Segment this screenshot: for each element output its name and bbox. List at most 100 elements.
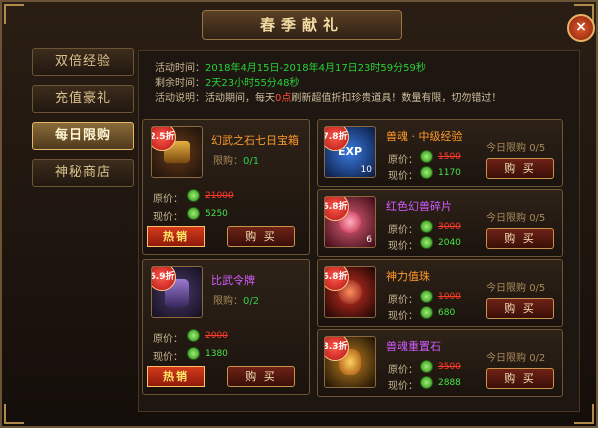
daily-limit: 今日限购 0/2 <box>486 349 545 364</box>
event-desc-highlight: 0点 <box>275 93 292 104</box>
tab-mystery-shop[interactable]: 神秘商店 <box>32 159 134 187</box>
limit-label: 限购： <box>213 296 243 307</box>
event-desc-text: 刷新超值折扣珍贵道具！数量有限，切勿错过！ <box>291 93 502 104</box>
tab-double-exp[interactable]: 双倍经验 <box>32 48 134 76</box>
cur-price: 1380 <box>205 349 228 359</box>
item-quantity: 10 <box>360 165 372 175</box>
coin-icon <box>420 150 433 163</box>
cur-price: 680 <box>438 308 456 318</box>
hot-sale-badge: 热销 <box>147 366 205 387</box>
cur-price: 1170 <box>438 168 461 178</box>
daily-limit: 今日限购 0/5 <box>486 279 545 294</box>
coin-icon <box>187 207 200 220</box>
daily-limit-label: 今日限购 <box>486 283 526 294</box>
power-orb-icon: 6.8折 <box>324 266 376 318</box>
reset-stone-icon: 8.3折 <box>324 336 376 388</box>
daily-limit-label: 今日限购 <box>486 213 526 224</box>
purchase-limit: 限购：0/1 <box>213 152 259 167</box>
event-window: 春季献礼 × 双倍经验 充值豪礼 每日限购 神秘商店 活动时间：2018年4月1… <box>0 0 598 428</box>
item-card: 6.9折 比武令牌 限购：0/2 原价： 2000 现价： 1380 热销 购 … <box>142 259 310 395</box>
item-quantity: 6 <box>366 235 372 245</box>
cur-price-label: 现价： <box>388 241 418 252</box>
frame-corner <box>4 4 24 24</box>
close-icon[interactable]: × <box>567 14 595 42</box>
exp-orb-icon: EXP 7.8折 10 <box>324 126 376 178</box>
item-card: 8.3折 兽魂重置石 今日限购 0/2 原价： 3500 现价： 2888 购 … <box>317 329 563 397</box>
limit-value: 0/2 <box>243 296 260 307</box>
buy-button[interactable]: 购 买 <box>486 158 554 179</box>
orig-price-label: 原价： <box>388 295 418 306</box>
buy-button[interactable]: 购 买 <box>227 226 295 247</box>
item-name: 幻武之石七日宝箱 <box>211 134 299 147</box>
beast-fragment-icon: 6.8折 6 <box>324 196 376 248</box>
orig-price-label: 原价： <box>388 365 418 376</box>
coin-icon <box>420 220 433 233</box>
event-time-label: 活动时间： <box>155 63 205 74</box>
daily-limit-value: 0/5 <box>529 283 546 294</box>
item-card: EXP 7.8折 10 兽魂 · 中级经验 今日限购 0/5 原价： 1500 … <box>317 119 563 187</box>
remaining-time-label: 剩余时间： <box>155 78 205 89</box>
orig-price: 1000 <box>438 292 461 302</box>
orig-price-label: 原价： <box>153 334 183 345</box>
item-name: 比武令牌 <box>211 274 255 287</box>
remaining-time-value: 2天23小时55分48秒 <box>205 78 300 89</box>
daily-limit-value: 0/5 <box>529 213 546 224</box>
tab-recharge-gift[interactable]: 充值豪礼 <box>32 85 134 113</box>
tab-daily-limited[interactable]: 每日限购 <box>32 122 134 150</box>
coin-icon <box>420 306 433 319</box>
treasure-chest-icon: 2.5折 <box>151 126 203 178</box>
window-title: 春季献礼 <box>202 10 402 40</box>
event-info: 活动时间：2018年4月15日-2018年4月17日23时59分59秒 剩余时间… <box>155 61 501 106</box>
cur-price-label: 现价： <box>153 212 183 223</box>
buy-button[interactable]: 购 买 <box>227 366 295 387</box>
event-time-value: 2018年4月15日-2018年4月17日23时59分59秒 <box>205 63 426 74</box>
frame-corner <box>4 404 24 424</box>
event-desc-label: 活动说明： <box>155 93 205 104</box>
purchase-limit: 限购：0/2 <box>213 292 259 307</box>
cur-price-label: 现价： <box>388 381 418 392</box>
limit-label: 限购： <box>213 156 243 167</box>
cur-price: 2888 <box>438 378 461 388</box>
orig-price: 3500 <box>438 362 461 372</box>
shop-panel: 活动时间：2018年4月15日-2018年4月17日23时59分59秒 剩余时间… <box>138 50 580 412</box>
event-desc-text: 活动期间，每天 <box>205 93 275 104</box>
orig-price: 3000 <box>438 222 461 232</box>
cur-price: 5250 <box>205 209 228 219</box>
item-name: 兽魂 · 中级经验 <box>386 130 463 143</box>
item-name: 兽魂重置石 <box>386 340 441 353</box>
orig-price-label: 原价： <box>388 155 418 166</box>
token-icon: 6.9折 <box>151 266 203 318</box>
item-card: 6.8折 神力值珠 今日限购 0/5 原价： 1000 现价： 680 购 买 <box>317 259 563 327</box>
buy-button[interactable]: 购 买 <box>486 228 554 249</box>
daily-limit-value: 0/2 <box>529 353 546 364</box>
daily-limit-label: 今日限购 <box>486 143 526 154</box>
coin-icon <box>420 376 433 389</box>
hot-sale-badge: 热销 <box>147 226 205 247</box>
cur-price-label: 现价： <box>388 171 418 182</box>
item-card: 2.5折 幻武之石七日宝箱 限购：0/1 原价： 21000 现价： 5250 … <box>142 119 310 255</box>
daily-limit-label: 今日限购 <box>486 353 526 364</box>
coin-icon <box>420 236 433 249</box>
item-name: 红色幻兽碎片 <box>386 200 452 213</box>
daily-limit: 今日限购 0/5 <box>486 209 545 224</box>
item-name: 神力值珠 <box>386 270 430 283</box>
cur-price-label: 现价： <box>388 311 418 322</box>
cur-price-label: 现价： <box>153 352 183 363</box>
coin-icon <box>187 329 200 342</box>
coin-icon <box>187 189 200 202</box>
orig-price: 2000 <box>205 331 228 341</box>
coin-icon <box>420 166 433 179</box>
buy-button[interactable]: 购 买 <box>486 298 554 319</box>
sidebar: 双倍经验 充值豪礼 每日限购 神秘商店 <box>30 48 138 196</box>
daily-limit-value: 0/5 <box>529 143 546 154</box>
orig-price-label: 原价： <box>153 194 183 205</box>
daily-limit: 今日限购 0/5 <box>486 139 545 154</box>
cur-price: 2040 <box>438 238 461 248</box>
orig-price: 21000 <box>205 191 234 201</box>
orig-price: 1500 <box>438 152 461 162</box>
coin-icon <box>420 360 433 373</box>
buy-button[interactable]: 购 买 <box>486 368 554 389</box>
orig-price-label: 原价： <box>388 225 418 236</box>
coin-icon <box>187 347 200 360</box>
item-card: 6.8折 6 红色幻兽碎片 今日限购 0/5 原价： 3000 现价： 2040… <box>317 189 563 257</box>
